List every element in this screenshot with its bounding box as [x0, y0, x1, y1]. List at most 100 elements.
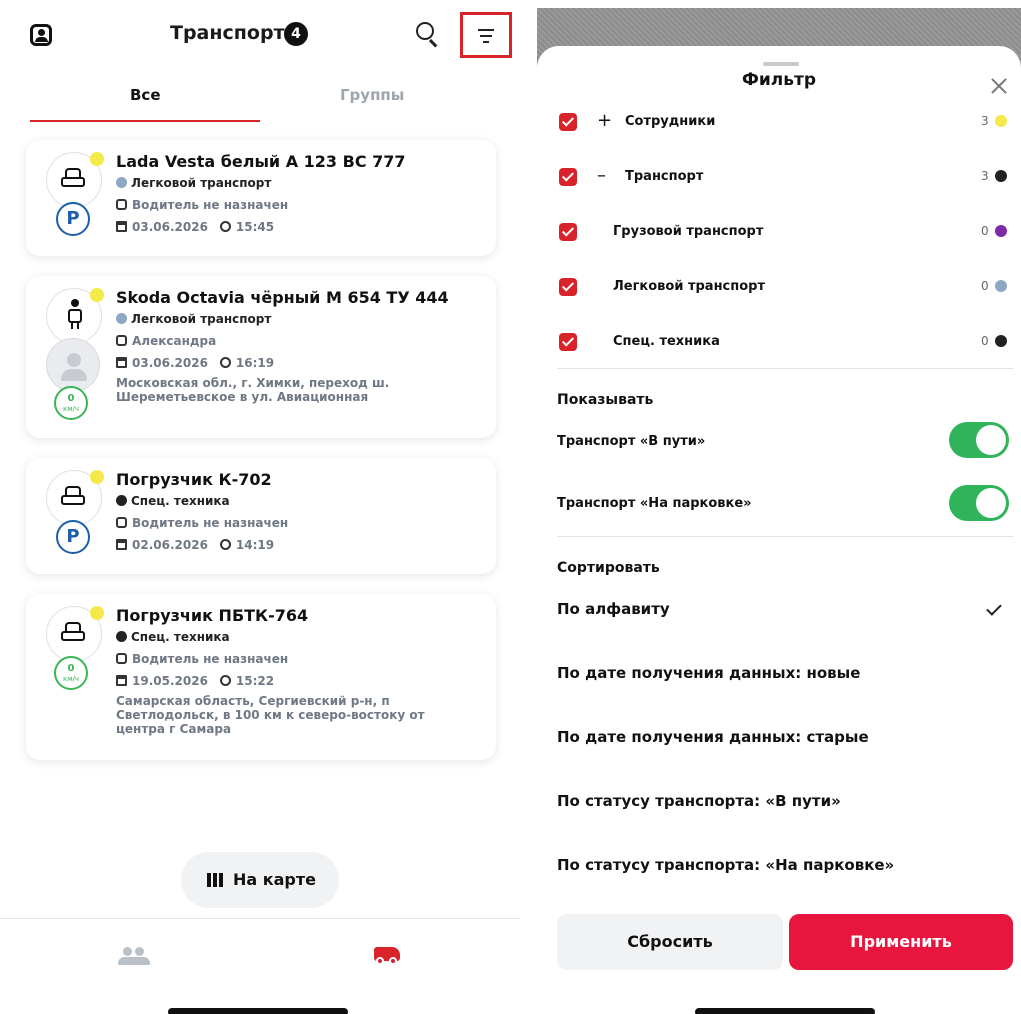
driver-icon	[116, 199, 127, 210]
filter-button[interactable]	[460, 12, 512, 58]
sort-option[interactable]: По дате получения данных: новые	[557, 664, 860, 682]
on-map-button[interactable]: На карте	[181, 852, 339, 908]
truck-icon[interactable]	[374, 947, 400, 965]
toggle-parked[interactable]	[949, 485, 1009, 521]
calendar-icon	[116, 675, 127, 686]
sort-section-title: Сортировать	[557, 560, 660, 576]
vehicle-card[interactable]: 0 км/ч Погрузчик ПБТК-764 Спец. техника В…	[26, 594, 496, 760]
type-dot	[116, 313, 127, 324]
timestamp-line: 19.05.2026 15:22	[116, 674, 274, 688]
filter-count: 3	[981, 169, 989, 183]
tab-bar: Все Группы	[30, 86, 500, 126]
profile-icon[interactable]	[30, 24, 52, 46]
vehicle-type: Спец. техника	[116, 494, 230, 508]
driver-line: Александра	[116, 334, 216, 348]
timestamp-line: 03.06.2026 15:45	[116, 220, 274, 234]
user-avatar-icon	[46, 338, 100, 392]
status-dot	[90, 470, 104, 484]
filter-row-employees[interactable]: + Сотрудники 3	[537, 108, 1021, 138]
filter-label: Спец. техника	[613, 334, 720, 349]
sheet-grabber[interactable]	[763, 62, 799, 66]
clock-icon	[219, 539, 231, 550]
vehicle-name: Погрузчик К-702	[116, 470, 272, 489]
on-map-label: На карте	[233, 870, 316, 889]
sort-option[interactable]: По алфавиту	[557, 600, 670, 618]
speed-badge: 0 км/ч	[54, 656, 88, 690]
filter-row-special[interactable]: Спец. техника 0	[537, 328, 1021, 358]
filter-row-transport[interactable]: – Транспорт 3	[537, 163, 1021, 193]
sort-option[interactable]: По статусу транспорта: «На парковке»	[557, 856, 894, 874]
filter-count: 0	[981, 279, 989, 293]
vehicle-name: Погрузчик ПБТК-764	[116, 606, 309, 625]
people-icon[interactable]	[118, 947, 150, 965]
timestamp-line: 02.06.2026 14:19	[116, 538, 274, 552]
checkbox[interactable]	[559, 333, 577, 351]
filter-row-passenger[interactable]: Легковой транспорт 0	[537, 273, 1021, 303]
color-dot	[995, 170, 1007, 182]
filter-label: Легковой транспорт	[613, 279, 766, 294]
apply-button[interactable]: Применить	[789, 914, 1013, 970]
collapse-icon[interactable]: –	[597, 165, 606, 186]
clock-icon	[219, 675, 231, 686]
driver-icon	[116, 517, 127, 528]
checkbox[interactable]	[559, 168, 577, 186]
page-title: Транспорт	[170, 22, 285, 44]
vehicle-name: Skoda Octavia чёрный М 654 ТУ 444	[116, 288, 449, 307]
speed-badge: 0 км/ч	[54, 386, 88, 420]
driver-icon	[116, 653, 127, 664]
vehicle-card[interactable]: P Погрузчик К-702 Спец. техника Водитель…	[26, 458, 496, 574]
filter-sheet: Фильтр + Сотрудники 3 – Транспорт 3 Груз…	[537, 46, 1021, 1014]
sort-option[interactable]: По дате получения данных: старые	[557, 728, 869, 746]
vehicle-type: Легковой транспорт	[116, 176, 271, 190]
color-dot	[995, 115, 1007, 127]
calendar-icon	[116, 539, 127, 550]
clock-icon	[219, 357, 231, 368]
driver-line: Водитель не назначен	[116, 652, 288, 666]
clock-icon	[219, 221, 231, 232]
vehicle-card[interactable]: 0 км/ч Skoda Octavia чёрный М 654 ТУ 444 …	[26, 276, 496, 438]
vehicle-name: Lada Vesta белый А 123 ВС 777	[116, 152, 406, 171]
check-icon	[986, 600, 1002, 616]
search-icon[interactable]	[416, 22, 442, 48]
divider	[557, 536, 1013, 537]
filter-label: Грузовой транспорт	[613, 224, 764, 239]
tab-all[interactable]: Все	[130, 86, 161, 104]
timestamp-line: 03.06.2026 16:19	[116, 356, 274, 370]
filter-label: Транспорт	[625, 169, 704, 184]
bottom-nav	[0, 918, 520, 978]
count-badge: 4	[284, 22, 308, 46]
filter-count: 0	[981, 334, 989, 348]
type-dot	[116, 177, 127, 188]
reset-button[interactable]: Сбросить	[557, 914, 783, 970]
calendar-icon	[116, 221, 127, 232]
filter-row-cargo[interactable]: Грузовой транспорт 0	[537, 218, 1021, 248]
home-indicator	[695, 1008, 875, 1014]
car-icon	[61, 620, 85, 646]
color-dot	[995, 335, 1007, 347]
close-icon[interactable]	[989, 76, 1009, 96]
vehicle-list-screen: Транспорт 4 Все Группы P Lada Vesta белы…	[0, 0, 520, 1014]
car-icon	[61, 166, 85, 192]
sort-option[interactable]: По статусу транспорта: «В пути»	[557, 792, 841, 810]
vehicle-address: Самарская область, Сергиевский р-н, п Св…	[116, 694, 425, 736]
filter-count: 0	[981, 224, 989, 238]
active-tab-indicator	[30, 120, 260, 122]
vehicle-card[interactable]: P Lada Vesta белый А 123 ВС 777 Легковой…	[26, 140, 496, 256]
type-dot	[116, 631, 127, 642]
sheet-title: Фильтр	[742, 70, 816, 90]
checkbox[interactable]	[559, 223, 577, 241]
driver-icon	[116, 335, 127, 346]
vehicle-type: Легковой транспорт	[116, 312, 271, 326]
expand-icon[interactable]: +	[597, 110, 612, 131]
filter-count: 3	[981, 114, 989, 128]
filter-screen: Фильтр + Сотрудники 3 – Транспорт 3 Груз…	[537, 0, 1021, 1014]
status-dot	[90, 152, 104, 166]
tab-groups[interactable]: Группы	[340, 86, 404, 104]
map-icon	[207, 873, 223, 887]
vehicle-type: Спец. техника	[116, 630, 230, 644]
checkbox[interactable]	[559, 278, 577, 296]
calendar-icon	[116, 357, 127, 368]
divider	[557, 368, 1013, 369]
toggle-in-transit[interactable]	[949, 422, 1009, 458]
checkbox[interactable]	[559, 113, 577, 131]
